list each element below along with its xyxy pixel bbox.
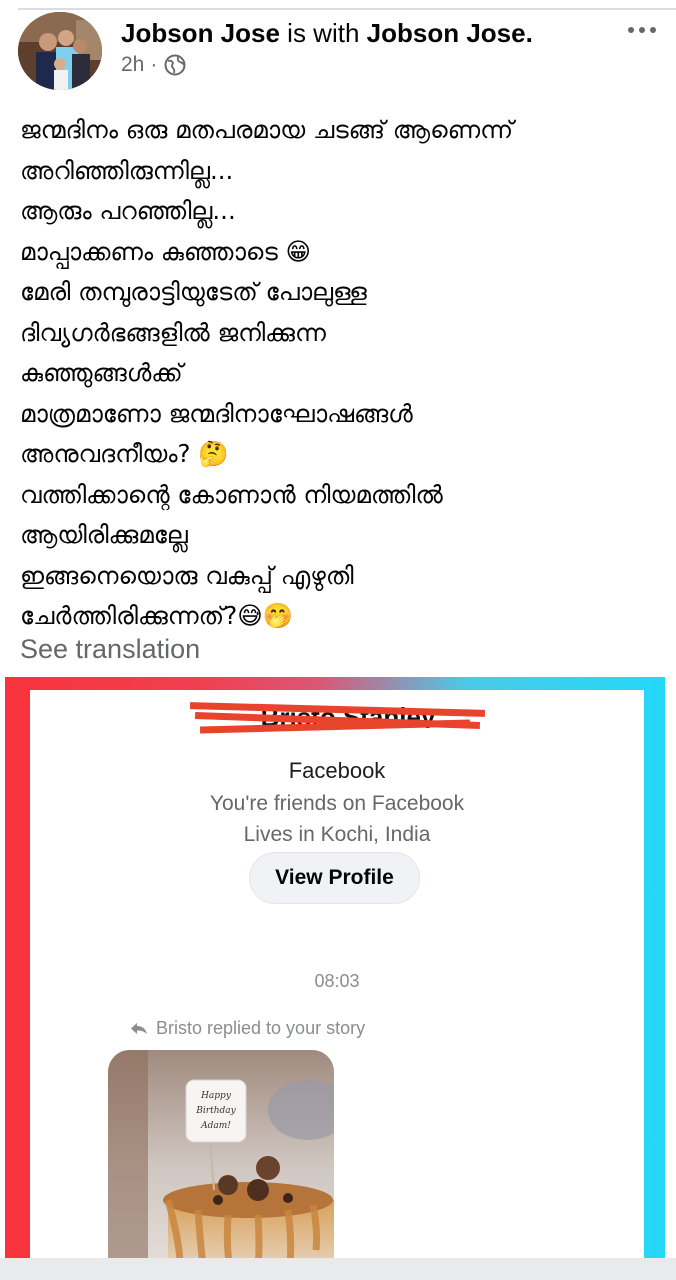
- author-name[interactable]: Jobson Jose: [121, 18, 280, 48]
- post-line: അനുവദനീയം? 🤔: [20, 439, 229, 468]
- avatar[interactable]: [18, 12, 102, 90]
- view-profile-button[interactable]: View Profile: [249, 852, 420, 904]
- meta-separator: ·: [150, 53, 158, 76]
- avatar-photo: [18, 12, 102, 90]
- story-image[interactable]: Happy Birthday Adam!: [108, 1050, 334, 1260]
- post-header-title: Jobson Jose is with Jobson Jose.: [121, 16, 533, 50]
- post-line: ജന്മദിനം ഒരു മതപരമായ ചടങ്ങ് ആണെന്ന്: [20, 115, 514, 144]
- cake-topper-line: Birthday: [195, 1106, 236, 1116]
- post-line: ആയിരിക്കുമല്ലേ: [20, 520, 188, 549]
- lives-in: Lives in Kochi, India: [243, 823, 431, 846]
- post-line: കുഞ്ഞുങ്ങൾക്ക്: [20, 358, 183, 387]
- post-line: മാപ്പാക്കണം കുഞ്ഞാടെ 😁: [20, 236, 312, 266]
- post-meta: 2h ·: [121, 53, 187, 77]
- platform-label: Facebook: [288, 758, 386, 783]
- tagged-name[interactable]: Jobson Jose.: [367, 18, 533, 48]
- post-line: ഇങ്ങനെയൊരു വകുപ്പ് എഴുതി: [20, 560, 354, 590]
- friends-status: You're friends on Facebook: [209, 792, 465, 815]
- birthday-cake-photo: Happy Birthday Adam!: [108, 1050, 334, 1260]
- post-line: ദിവ്യഗർഭങ്ങളിൽ ജനിക്കുന്ന: [20, 317, 326, 347]
- cake-topper-line: Adam!: [200, 1121, 231, 1131]
- bottom-divider: [0, 1258, 676, 1280]
- post-time[interactable]: 2h: [121, 53, 144, 77]
- post-line: മേരി തമ്പുരാട്ടിയുടേത് പോലുള്ള: [20, 277, 367, 306]
- cake-topper-line: Happy: [200, 1091, 232, 1101]
- see-translation-link[interactable]: See translation: [20, 634, 200, 665]
- top-divider: [0, 0, 676, 10]
- message-time: 08:03: [314, 971, 360, 991]
- post-body: ജന്മദിനം ഒരു മതപരമായ ചടങ്ങ് ആണെന്ന് അറിഞ…: [20, 110, 670, 637]
- post-line: വത്തിക്കാന്റെ കോണാൻ നിയമത്തിൽ: [20, 479, 443, 509]
- with-text: is with: [287, 18, 360, 48]
- attached-image[interactable]: Bristo Stanley Facebook You're friends o…: [5, 677, 665, 1260]
- reply-arrow-icon: [131, 1022, 147, 1034]
- globe-icon: [164, 54, 186, 76]
- story-reply-text: Bristo replied to your story: [156, 1018, 366, 1038]
- post-line: ചേർത്തിരിക്കുന്നത്?😅🤭: [20, 601, 294, 630]
- more-options-icon[interactable]: [622, 18, 662, 42]
- messenger-screenshot: Bristo Stanley Facebook You're friends o…: [30, 690, 644, 1260]
- post-line: മാത്രമാണോ ജന്മദിനാഘോഷങ്ങൾ: [20, 398, 413, 428]
- story-reply-label: Bristo replied to your story: [130, 1018, 365, 1039]
- post-line: ആരും പറഞ്ഞില്ല...: [20, 196, 236, 225]
- post-line: അറിഞ്ഞിരുന്നില്ല...: [20, 155, 234, 185]
